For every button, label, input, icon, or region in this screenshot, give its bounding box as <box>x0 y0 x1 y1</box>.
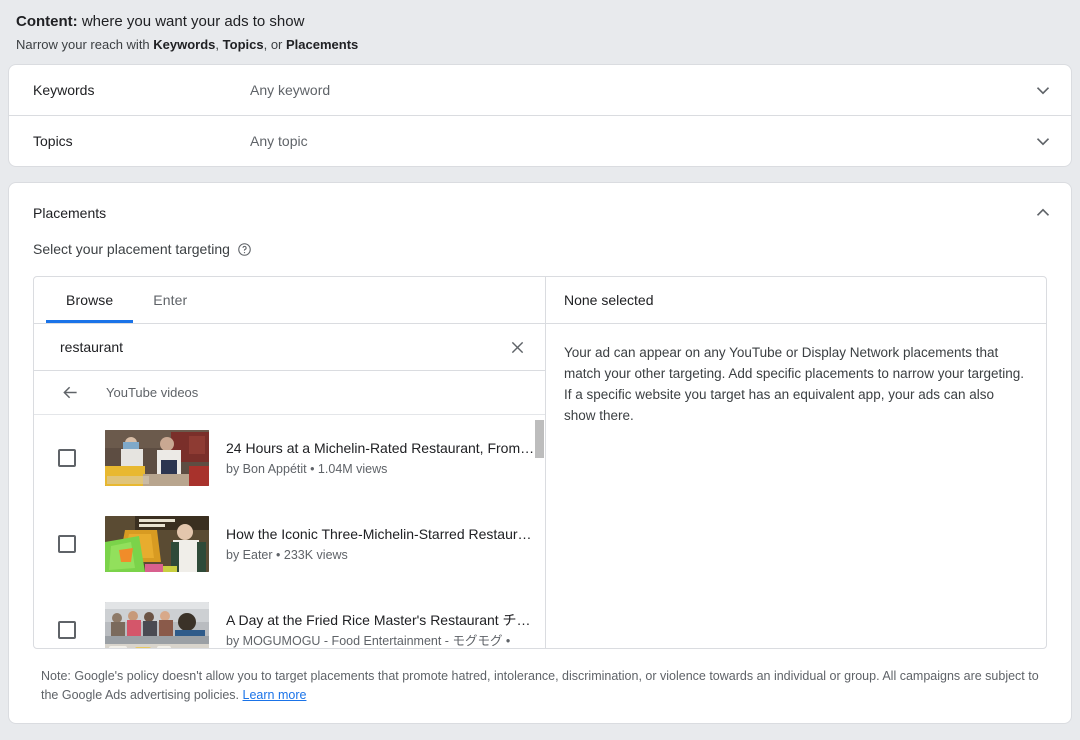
section-row-topics[interactable]: Topics Any topic <box>9 116 1071 166</box>
video-title: How the Iconic Three-Michelin-Starred Re… <box>226 525 533 544</box>
topics-card: Topics Any topic <box>8 115 1072 167</box>
list-item[interactable]: How the Iconic Three-Michelin-Starred Re… <box>34 501 545 587</box>
topics-label: Topics <box>33 133 250 149</box>
learn-more-link[interactable]: Learn more <box>243 688 307 702</box>
page-title-rest: where you want your ads to show <box>78 13 305 30</box>
placements-header[interactable]: Placements <box>9 183 1071 225</box>
video-title: 24 Hours at a Michelin-Rated Restaurant,… <box>226 439 533 458</box>
keywords-label: Keywords <box>33 82 250 98</box>
page-header: Content: where you want your ads to show… <box>0 0 1080 54</box>
breadcrumb: YouTube videos <box>34 371 545 415</box>
video-checkbox[interactable] <box>58 535 76 553</box>
chevron-down-icon[interactable] <box>1031 129 1055 153</box>
picker-tabs: Browse Enter <box>34 277 545 324</box>
tab-enter[interactable]: Enter <box>133 277 207 323</box>
list-scrollbar[interactable] <box>535 415 544 648</box>
picker-browse-pane: Browse Enter YouTube videos <box>34 277 546 648</box>
subtitle-pre: Narrow your reach with <box>16 37 153 52</box>
search-row <box>34 324 545 371</box>
selected-heading: None selected <box>546 277 1046 324</box>
search-input[interactable] <box>60 339 503 355</box>
chevron-up-icon[interactable] <box>1031 201 1055 225</box>
video-checkbox[interactable] <box>58 449 76 467</box>
policy-note: Note: Google's policy doesn't allow you … <box>41 667 1047 705</box>
video-byline: by MOGUMOGU - Food Entertainment - モグモグ … <box>226 633 533 649</box>
keywords-value: Any keyword <box>250 82 1031 98</box>
video-thumbnail <box>105 516 209 572</box>
video-byline: by Eater • 233K views <box>226 547 533 564</box>
video-list: 24 Hours at a Michelin-Rated Restaurant,… <box>34 415 545 648</box>
topics-value: Any topic <box>250 133 1031 149</box>
policy-note-text: Note: Google's policy doesn't allow you … <box>41 669 1039 702</box>
video-title: A Day at the Fried Rice Master's Restaur… <box>226 611 533 630</box>
chevron-down-icon[interactable] <box>1031 78 1055 102</box>
selected-description: Your ad can appear on any YouTube or Dis… <box>564 342 1028 426</box>
section-row-keywords[interactable]: Keywords Any keyword <box>9 65 1071 115</box>
arrow-back-icon[interactable] <box>56 379 84 407</box>
subtitle-sep-2: , or <box>264 37 286 52</box>
tab-browse-label: Browse <box>66 292 113 308</box>
selected-body: Your ad can appear on any YouTube or Dis… <box>546 324 1046 426</box>
video-byline: by Bon Appétit • 1.04M views <box>226 461 533 478</box>
page-subtitle: Narrow your reach with Keywords, Topics,… <box>16 36 1080 54</box>
subtitle-keywords: Keywords <box>153 37 215 52</box>
list-item[interactable]: 24 Hours at a Michelin-Rated Restaurant,… <box>34 415 545 501</box>
subtitle-sep-1: , <box>215 37 222 52</box>
picker-selected-pane: None selected Your ad can appear on any … <box>546 277 1046 648</box>
page-title: Content: where you want your ads to show <box>16 12 1080 32</box>
help-icon[interactable] <box>237 242 252 257</box>
subtitle-placements: Placements <box>286 37 358 52</box>
placements-subtitle: Select your placement targeting <box>33 241 230 257</box>
placements-card: Placements Select your placement targeti… <box>8 182 1072 724</box>
close-icon[interactable] <box>503 333 531 361</box>
page-title-bold: Content: <box>16 13 78 30</box>
video-thumbnail <box>105 430 209 486</box>
video-meta: A Day at the Fried Rice Master's Restaur… <box>226 611 545 649</box>
video-thumbnail <box>105 602 209 648</box>
subtitle-topics: Topics <box>223 37 264 52</box>
scrollbar-thumb[interactable] <box>535 420 544 458</box>
breadcrumb-label: YouTube videos <box>106 385 198 400</box>
tab-enter-label: Enter <box>153 292 187 308</box>
placements-label: Placements <box>33 205 1031 221</box>
video-checkbox[interactable] <box>58 621 76 639</box>
content-targeting-page: Content: where you want your ads to show… <box>0 0 1080 740</box>
keywords-card: Keywords Any keyword <box>8 64 1072 115</box>
video-meta: 24 Hours at a Michelin-Rated Restaurant,… <box>226 439 545 478</box>
tab-browse[interactable]: Browse <box>46 277 133 323</box>
video-meta: How the Iconic Three-Michelin-Starred Re… <box>226 525 545 564</box>
placement-picker: Browse Enter YouTube videos <box>33 276 1047 649</box>
list-item[interactable]: A Day at the Fried Rice Master's Restaur… <box>34 587 545 648</box>
placements-subtitle-row: Select your placement targeting <box>9 225 1071 257</box>
